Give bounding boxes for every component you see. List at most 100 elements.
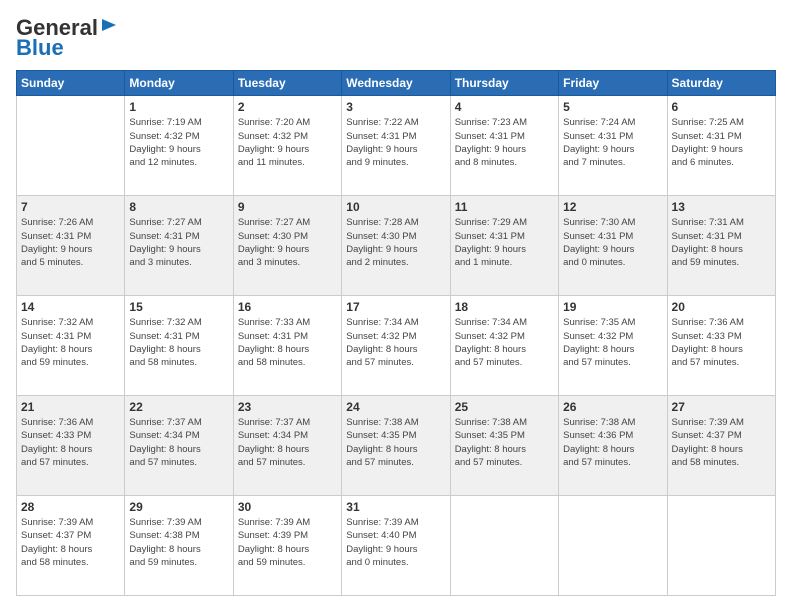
day-number: 21 [21,400,120,414]
day-detail: Sunrise: 7:35 AM Sunset: 4:32 PM Dayligh… [563,316,662,369]
day-detail: Sunrise: 7:24 AM Sunset: 4:31 PM Dayligh… [563,116,662,169]
day-number: 22 [129,400,228,414]
day-number: 17 [346,300,445,314]
day-number: 20 [672,300,771,314]
day-detail: Sunrise: 7:32 AM Sunset: 4:31 PM Dayligh… [129,316,228,369]
calendar-cell: 9Sunrise: 7:27 AM Sunset: 4:30 PM Daylig… [233,196,341,296]
calendar-cell [17,96,125,196]
day-detail: Sunrise: 7:34 AM Sunset: 4:32 PM Dayligh… [455,316,554,369]
calendar-cell: 24 Sunrise: 7:38 AM Sunset: 4:35 PM Dayli… [342,396,450,496]
day-detail: Sunrise: 7:36 AM Sunset: 4:33 PM Dayligh… [672,316,771,369]
day-detail: Sunrise: 7:27 AM Sunset: 4:31 PM Dayligh… [129,216,228,269]
day-detail: Sunrise: 7:30 AM Sunset: 4:31 PM Dayligh… [563,216,662,269]
day-number: 19 [563,300,662,314]
day-detail: Sunrise: 7:38 AM Sunset: 4:36 PM Dayligh… [563,416,662,469]
weekday-header-cell: Tuesday [233,71,341,96]
day-detail: Sunrise: 7:38 AM Sunset: 4:35 PM Dayligh… [346,416,445,469]
weekday-header-cell: Saturday [667,71,775,96]
day-detail: Sunrise: 7:20 AM Sunset: 4:32 PM Dayligh… [238,116,337,169]
day-number: 28 [21,500,120,514]
calendar-cell [450,496,558,596]
calendar-cell [667,496,775,596]
calendar-cell: 16 Sunrise: 7:33 AM Sunset: 4:31 PM Dayli… [233,296,341,396]
calendar-cell: 2 Sunrise: 7:20 AM Sunset: 4:32 PM Daylig… [233,96,341,196]
calendar-cell: 28Sunrise: 7:39 AM Sunset: 4:37 PM Dayli… [17,496,125,596]
day-number: 7 [21,200,120,214]
day-number: 11 [455,200,554,214]
calendar-cell: 4Sunrise: 7:23 AM Sunset: 4:31 PM Daylig… [450,96,558,196]
calendar-cell: 30 Sunrise: 7:39 AM Sunset: 4:39 PM Dayli… [233,496,341,596]
day-detail: Sunrise: 7:32 AM Sunset: 4:31 PM Dayligh… [21,316,120,369]
calendar-body: 1 Sunrise: 7:19 AM Sunset: 4:32 PM Daylig… [17,96,776,596]
logo-blue-text: Blue [16,36,118,60]
day-detail: Sunrise: 7:25 AM Sunset: 4:31 PM Dayligh… [672,116,771,169]
day-number: 2 [238,100,337,114]
day-number: 1 [129,100,228,114]
calendar-cell: 13 Sunrise: 7:31 AM Sunset: 4:31 PM Dayli… [667,196,775,296]
day-detail: Sunrise: 7:37 AM Sunset: 4:34 PM Dayligh… [238,416,337,469]
day-number: 23 [238,400,337,414]
header: General Blue [16,16,776,60]
calendar-cell: 11Sunrise: 7:29 AM Sunset: 4:31 PM Dayli… [450,196,558,296]
day-number: 27 [672,400,771,414]
calendar-cell: 3 Sunrise: 7:22 AM Sunset: 4:31 PM Daylig… [342,96,450,196]
day-detail: Sunrise: 7:31 AM Sunset: 4:31 PM Dayligh… [672,216,771,269]
calendar-cell: 23 Sunrise: 7:37 AM Sunset: 4:34 PM Dayli… [233,396,341,496]
day-detail: Sunrise: 7:39 AM Sunset: 4:39 PM Dayligh… [238,516,337,569]
page: General Blue SundayMondayTuesdayWednesda… [0,0,792,612]
day-number: 26 [563,400,662,414]
weekday-header-cell: Friday [559,71,667,96]
day-detail: Sunrise: 7:22 AM Sunset: 4:31 PM Dayligh… [346,116,445,169]
calendar-week-row: 7Sunrise: 7:26 AM Sunset: 4:31 PM Daylig… [17,196,776,296]
day-number: 29 [129,500,228,514]
weekday-header-cell: Sunday [17,71,125,96]
day-number: 15 [129,300,228,314]
day-number: 31 [346,500,445,514]
logo: General Blue [16,16,118,60]
day-number: 8 [129,200,228,214]
day-number: 16 [238,300,337,314]
day-detail: Sunrise: 7:34 AM Sunset: 4:32 PM Dayligh… [346,316,445,369]
weekday-header-cell: Thursday [450,71,558,96]
weekday-header-cell: Monday [125,71,233,96]
day-number: 10 [346,200,445,214]
day-number: 3 [346,100,445,114]
calendar-cell: 6Sunrise: 7:25 AM Sunset: 4:31 PM Daylig… [667,96,775,196]
calendar-cell: 29Sunrise: 7:39 AM Sunset: 4:38 PM Dayli… [125,496,233,596]
day-detail: Sunrise: 7:39 AM Sunset: 4:40 PM Dayligh… [346,516,445,569]
day-number: 5 [563,100,662,114]
calendar-week-row: 14 Sunrise: 7:32 AM Sunset: 4:31 PM Dayli… [17,296,776,396]
day-detail: Sunrise: 7:23 AM Sunset: 4:31 PM Dayligh… [455,116,554,169]
calendar-week-row: 21 Sunrise: 7:36 AM Sunset: 4:33 PM Dayli… [17,396,776,496]
weekday-header-row: SundayMondayTuesdayWednesdayThursdayFrid… [17,71,776,96]
day-number: 14 [21,300,120,314]
day-detail: Sunrise: 7:38 AM Sunset: 4:35 PM Dayligh… [455,416,554,469]
calendar-cell: 15 Sunrise: 7:32 AM Sunset: 4:31 PM Dayli… [125,296,233,396]
day-detail: Sunrise: 7:19 AM Sunset: 4:32 PM Dayligh… [129,116,228,169]
day-number: 24 [346,400,445,414]
day-number: 13 [672,200,771,214]
calendar-cell: 27 Sunrise: 7:39 AM Sunset: 4:37 PM Dayli… [667,396,775,496]
calendar-cell: 20 Sunrise: 7:36 AM Sunset: 4:33 PM Dayli… [667,296,775,396]
calendar-cell: 17 Sunrise: 7:34 AM Sunset: 4:32 PM Dayli… [342,296,450,396]
calendar-cell: 22Sunrise: 7:37 AM Sunset: 4:34 PM Dayli… [125,396,233,496]
calendar-cell: 10 Sunrise: 7:28 AM Sunset: 4:30 PM Dayli… [342,196,450,296]
calendar-week-row: 28Sunrise: 7:39 AM Sunset: 4:37 PM Dayli… [17,496,776,596]
calendar-cell: 25 Sunrise: 7:38 AM Sunset: 4:35 PM Dayli… [450,396,558,496]
day-detail: Sunrise: 7:39 AM Sunset: 4:37 PM Dayligh… [672,416,771,469]
day-number: 12 [563,200,662,214]
day-number: 25 [455,400,554,414]
calendar-cell: 5 Sunrise: 7:24 AM Sunset: 4:31 PM Daylig… [559,96,667,196]
calendar-cell: 19 Sunrise: 7:35 AM Sunset: 4:32 PM Dayli… [559,296,667,396]
day-detail: Sunrise: 7:36 AM Sunset: 4:33 PM Dayligh… [21,416,120,469]
day-detail: Sunrise: 7:28 AM Sunset: 4:30 PM Dayligh… [346,216,445,269]
calendar-cell: 31 Sunrise: 7:39 AM Sunset: 4:40 PM Dayli… [342,496,450,596]
day-detail: Sunrise: 7:33 AM Sunset: 4:31 PM Dayligh… [238,316,337,369]
day-number: 9 [238,200,337,214]
calendar-cell: 21 Sunrise: 7:36 AM Sunset: 4:33 PM Dayli… [17,396,125,496]
calendar-cell: 1 Sunrise: 7:19 AM Sunset: 4:32 PM Daylig… [125,96,233,196]
day-number: 30 [238,500,337,514]
calendar-week-row: 1 Sunrise: 7:19 AM Sunset: 4:32 PM Daylig… [17,96,776,196]
calendar-cell: 12 Sunrise: 7:30 AM Sunset: 4:31 PM Dayli… [559,196,667,296]
day-number: 18 [455,300,554,314]
